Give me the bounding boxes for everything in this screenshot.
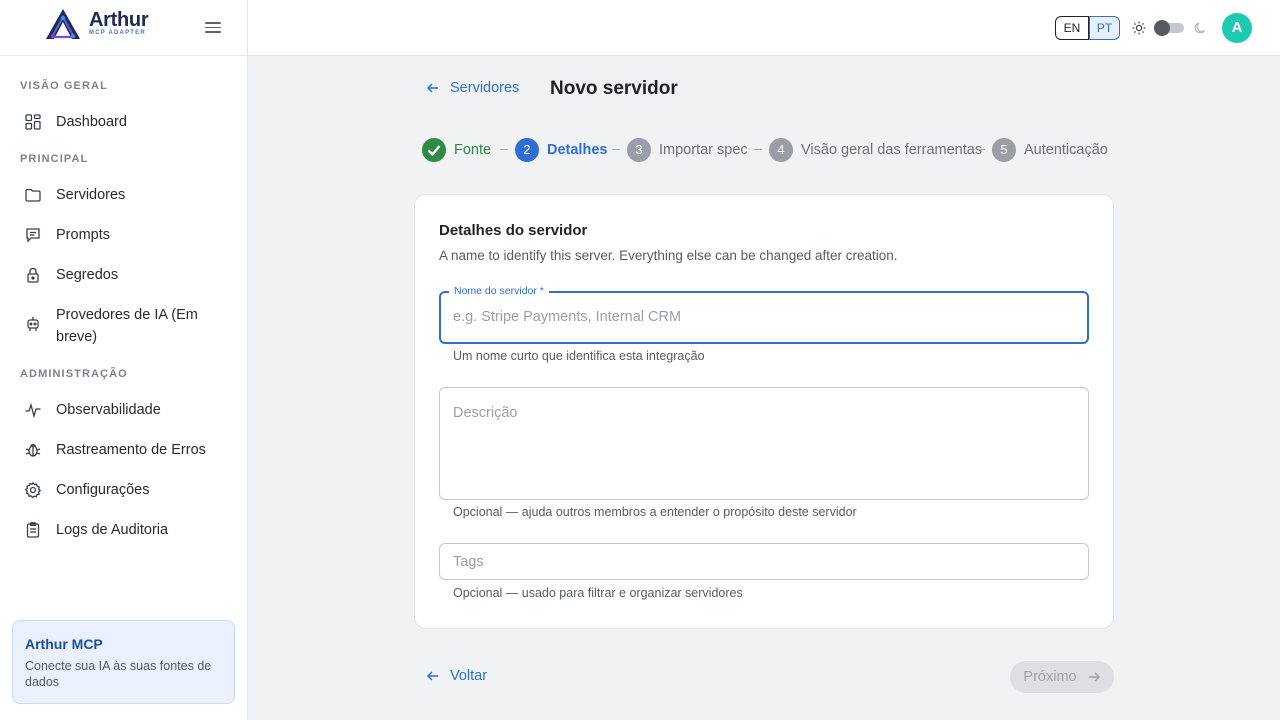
- arrow-left-icon: [426, 671, 438, 681]
- sidebar-item-label: Dashboard: [56, 114, 127, 130]
- moon-icon: [1194, 22, 1206, 34]
- nav-section-overview: VISÃO GERAL: [20, 80, 108, 92]
- sidebar-item-label: Rastreamento de Erros: [56, 442, 206, 458]
- step-number: 2: [515, 138, 539, 162]
- message-icon: [26, 228, 40, 243]
- server-name-field: Nome do servidor *: [439, 285, 1089, 344]
- tags-input[interactable]: [453, 554, 1073, 570]
- back-button-label: Voltar: [450, 668, 488, 684]
- server-name-input[interactable]: [453, 309, 1073, 325]
- step-tools-overview[interactable]: 4 Visão geral das ferramentas: [769, 138, 982, 162]
- step-authentication[interactable]: 5 Autenticação: [992, 138, 1108, 162]
- description-input[interactable]: [453, 405, 1073, 485]
- sidebar-item-prompts[interactable]: Prompts: [12, 218, 236, 252]
- theme-toggle[interactable]: [1154, 20, 1184, 36]
- sidebar-item-label: Servidores: [56, 187, 126, 203]
- next-button[interactable]: Próximo: [1010, 661, 1114, 693]
- brand-header: Arthur MCP ADAPTER: [0, 0, 247, 56]
- sidebar-item-label: Configurações: [56, 482, 150, 498]
- clipboard-icon: [26, 522, 40, 538]
- language-en-button[interactable]: EN: [1055, 16, 1089, 40]
- brand-name: Arthur: [89, 9, 149, 31]
- step-separator: [500, 149, 508, 150]
- sidebar-item-label: Segredos: [56, 267, 119, 283]
- step-source[interactable]: Fonte: [422, 138, 491, 162]
- pulse-icon: [25, 402, 41, 419]
- lock-icon: [27, 267, 39, 283]
- step-label: Visão geral das ferramentas: [801, 142, 983, 158]
- step-label: Detalhes: [547, 142, 608, 158]
- back-link-label: Servidores: [450, 80, 520, 96]
- card-subtitle: A name to identify this server. Everythi…: [439, 248, 898, 263]
- sidebar-item-error-tracking[interactable]: Rastreamento de Erros: [12, 433, 236, 467]
- sidebar-item-audit-logs[interactable]: Logs de Auditoria: [12, 513, 236, 547]
- sidebar-item-label: Prompts: [56, 227, 110, 243]
- user-avatar[interactable]: A: [1222, 13, 1252, 43]
- step-separator: [977, 149, 985, 150]
- step-number: 3: [627, 138, 651, 162]
- step-separator: [612, 149, 620, 150]
- server-name-helper: Um nome curto que identifica esta integr…: [453, 349, 705, 363]
- sidebar-item-label: Logs de Auditoria: [56, 522, 169, 538]
- back-to-servers-link[interactable]: Servidores: [426, 80, 519, 96]
- step-label: Autenticação: [1024, 142, 1108, 158]
- nav-section-admin: ADMINISTRAÇÃO: [20, 368, 128, 380]
- next-button-label: Próximo: [1023, 669, 1077, 685]
- description-helper: Opcional — ajuda outros membros a entend…: [453, 505, 857, 519]
- description-field: [439, 387, 1089, 500]
- step-number: 5: [992, 138, 1016, 162]
- sidebar-item-observability[interactable]: Observabilidade: [12, 393, 236, 427]
- step-separator: [754, 149, 762, 150]
- nav-section-principal: PRINCIPAL: [20, 153, 89, 165]
- tags-helper: Opcional — usado para filtrar e organiza…: [453, 586, 743, 600]
- sidebar: Arthur MCP ADAPTER VISÃO GERAL Dashboard…: [0, 0, 248, 720]
- sidebar-item-secrets[interactable]: Segredos: [12, 258, 236, 292]
- folder-icon: [25, 188, 41, 202]
- arthur-logo-icon: [46, 9, 80, 39]
- dashboard-icon: [25, 114, 41, 130]
- promo-title: Arthur MCP: [25, 636, 103, 652]
- promo-text: Conecte sua IA às suas fontes de dados: [25, 659, 212, 689]
- sun-icon: [1132, 21, 1146, 35]
- step-number: 4: [769, 138, 793, 162]
- page-title: Novo servidor: [550, 78, 678, 99]
- back-button[interactable]: Voltar: [426, 668, 487, 684]
- gear-icon: [24, 481, 42, 499]
- check-icon: [422, 138, 446, 162]
- server-details-card: Detalhes do servidor A name to identify …: [414, 194, 1114, 629]
- top-bar: EN PT A: [248, 0, 1280, 56]
- brand-subtitle: MCP ADAPTER: [89, 30, 146, 36]
- step-label: Fonte: [454, 142, 492, 158]
- menu-toggle-icon[interactable]: [204, 19, 222, 37]
- promo-card: Arthur MCP Conecte sua IA às suas fontes…: [12, 620, 235, 704]
- language-pt-button[interactable]: PT: [1089, 16, 1120, 40]
- bug-icon: [25, 443, 41, 457]
- sidebar-item-servers[interactable]: Servidores: [12, 178, 236, 212]
- arrow-left-icon: [426, 83, 438, 93]
- tags-field: [439, 543, 1089, 580]
- step-label: Importar spec: [659, 142, 748, 158]
- arrow-right-icon: [1088, 672, 1100, 682]
- sidebar-item-settings[interactable]: Configurações: [12, 473, 236, 507]
- sidebar-item-ai-providers[interactable]: Provedores de IA (Em breve): [12, 298, 212, 354]
- card-title: Detalhes do servidor: [439, 222, 588, 239]
- sidebar-item-dashboard[interactable]: Dashboard: [12, 105, 236, 139]
- sidebar-item-label: Observabilidade: [56, 402, 161, 418]
- robot-icon: [27, 317, 39, 331]
- step-import-spec[interactable]: 3 Importar spec: [627, 138, 748, 162]
- step-details[interactable]: 2 Detalhes: [515, 138, 607, 162]
- server-name-label: Nome do servidor *: [449, 285, 549, 297]
- sidebar-item-label: Provedores de IA (Em breve): [56, 307, 198, 345]
